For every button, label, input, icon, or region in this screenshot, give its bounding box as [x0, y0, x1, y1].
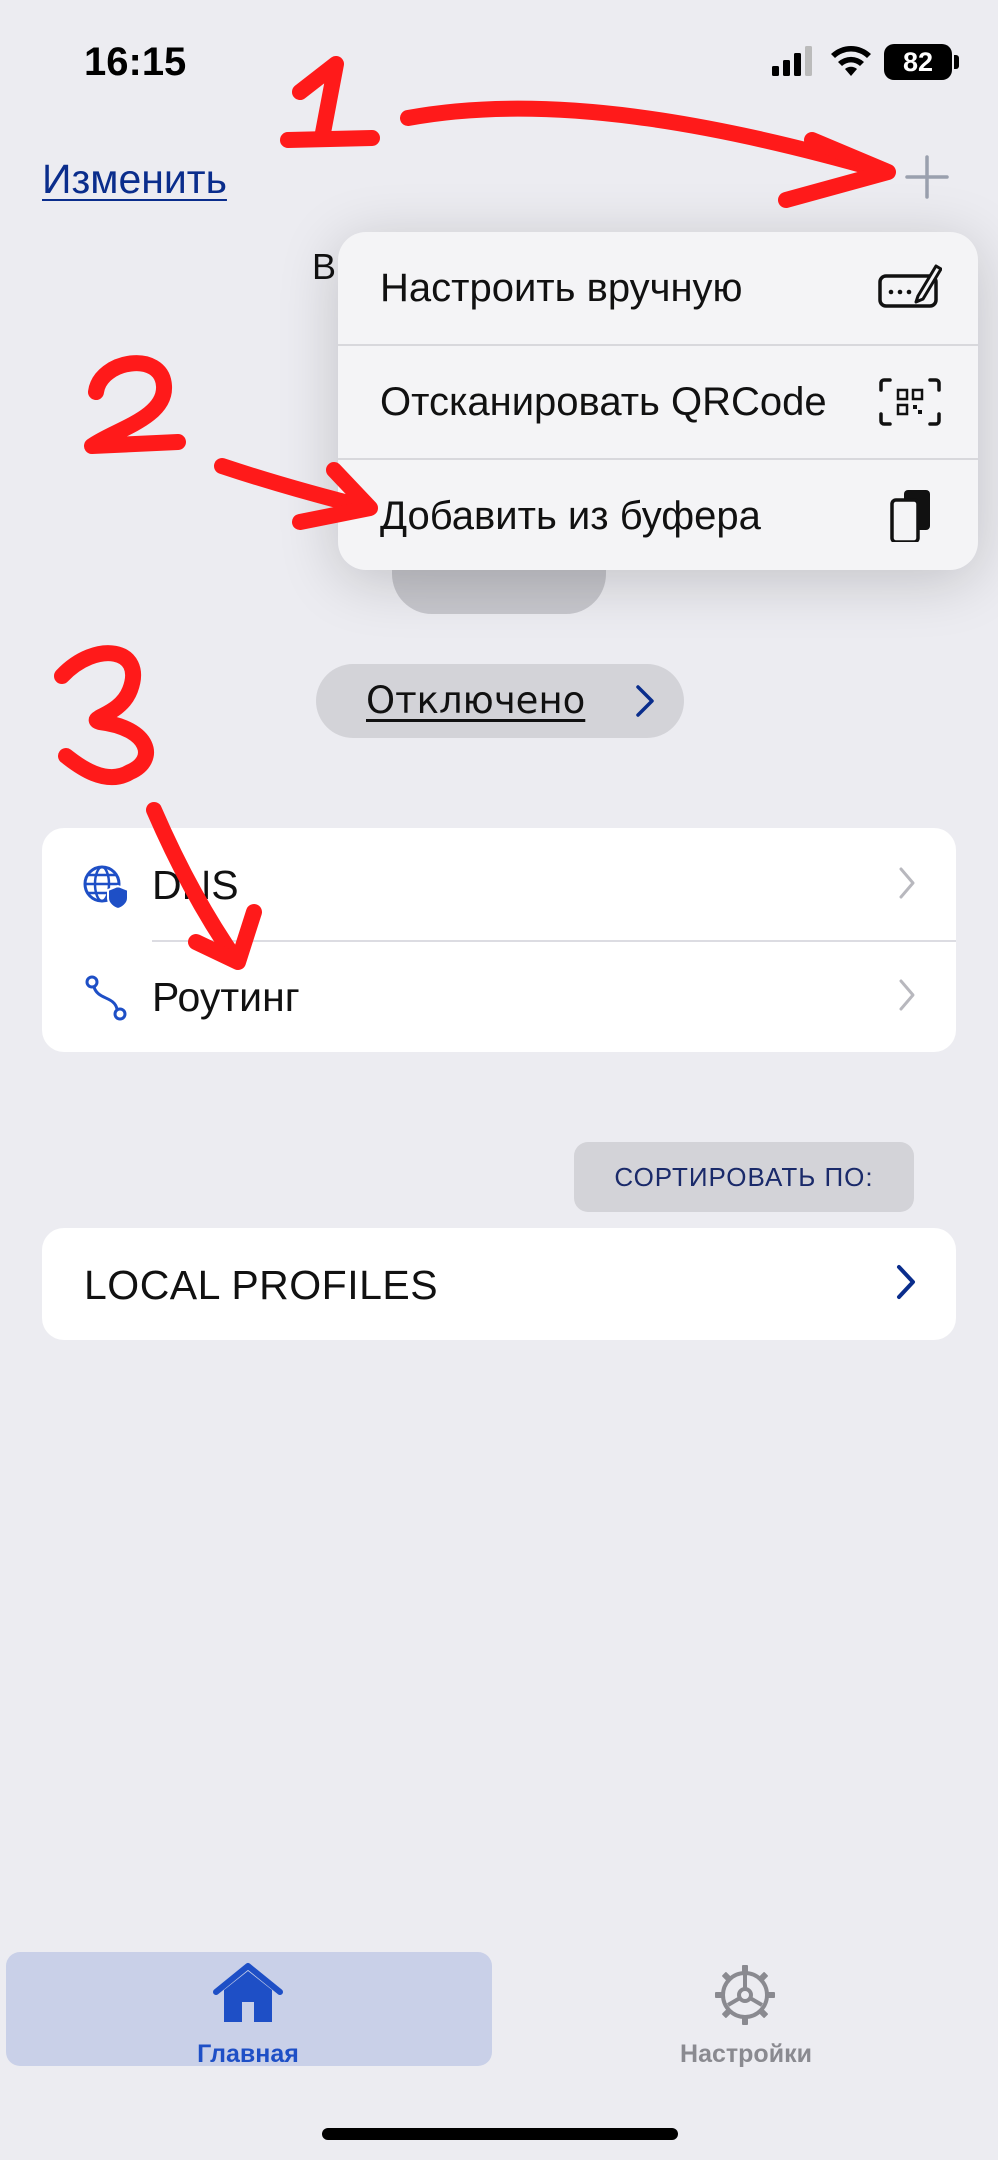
partially-hidden-title: В: [312, 246, 337, 287]
route-icon: [85, 975, 127, 1021]
clipboard-icon: [890, 490, 930, 542]
wifi-icon: [831, 46, 871, 76]
chevron-right-icon: [899, 867, 915, 899]
menu-item-manual[interactable]: Настроить вручную: [338, 232, 978, 344]
settings-row-routing[interactable]: Роутинг: [42, 940, 956, 1052]
menu-item-scan-qr[interactable]: Отсканировать QRCode: [338, 346, 978, 458]
gear-icon[interactable]: [712, 1962, 778, 2028]
settings-row-label: Роутинг: [152, 974, 300, 1020]
chevron-right-icon: [899, 979, 915, 1011]
tab-home-label[interactable]: Главная: [150, 2040, 346, 2069]
menu-item-label: Отсканировать QRCode: [380, 380, 827, 424]
annotation-mark-3: [54, 645, 154, 786]
status-time: 16:15: [84, 40, 187, 84]
annotation-arrow-1: [400, 100, 888, 178]
home-indicator: [322, 2128, 678, 2140]
menu-item-label: Добавить из буфера: [380, 494, 761, 538]
add-profile-button[interactable]: [902, 152, 952, 202]
sort-button[interactable]: СОРТИРОВАТЬ ПО:: [574, 1142, 914, 1212]
settings-row-dns[interactable]: DNS: [42, 828, 956, 942]
edit-button[interactable]: Изменить: [42, 156, 227, 203]
tab-settings-label[interactable]: Настройки: [656, 2040, 836, 2069]
settings-row-label: DNS: [152, 862, 239, 908]
chevron-right-icon: [897, 1265, 915, 1299]
connection-status-button[interactable]: Отключено: [316, 664, 684, 738]
menu-item-label: Настроить вручную: [380, 266, 743, 310]
battery-indicator: 82: [884, 44, 952, 80]
add-profile-menu: Настроить вручную Отсканировать QRCode Д…: [338, 232, 978, 570]
connection-status-label: Отключено: [366, 679, 586, 722]
chevron-right-icon: [636, 685, 654, 717]
settings-card: DNS Роутинг: [42, 828, 956, 1052]
local-profiles-row[interactable]: LOCAL PROFILES: [42, 1228, 956, 1340]
annotation-mark-2: [84, 355, 186, 454]
manual-edit-icon: [878, 264, 942, 308]
battery-nub: [954, 55, 959, 69]
qrcode-scan-icon: [879, 378, 941, 426]
signal-icon: [772, 46, 812, 76]
menu-item-from-clipboard[interactable]: Добавить из буфера: [338, 460, 978, 570]
home-icon[interactable]: [212, 1962, 284, 2026]
globe-shield-icon: [83, 865, 129, 910]
local-profiles-label: LOCAL PROFILES: [84, 1262, 439, 1308]
annotation-mark-1: [280, 56, 380, 148]
